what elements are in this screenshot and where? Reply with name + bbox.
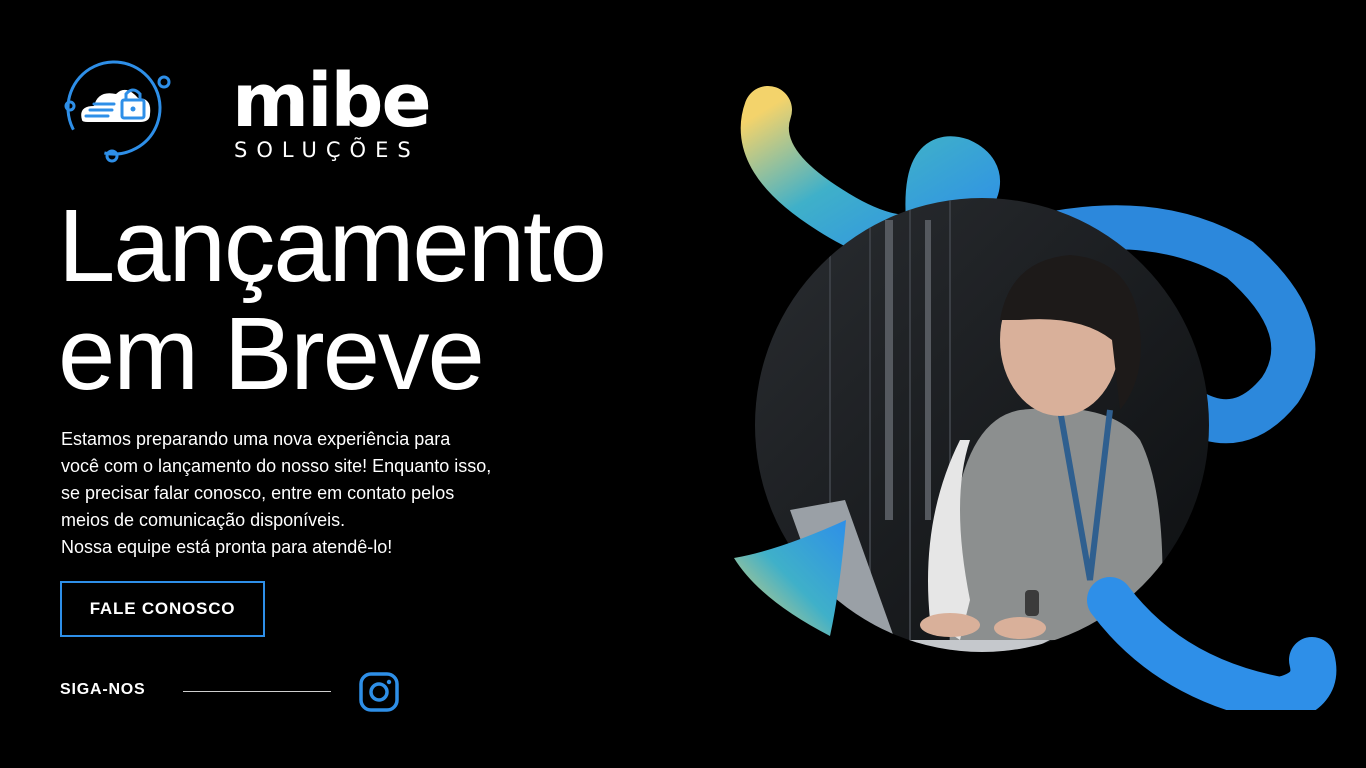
description-line: meios de comunicação disponíveis. bbox=[61, 510, 346, 530]
title-line-2: em Breve bbox=[58, 296, 485, 411]
hero-illustration bbox=[734, 86, 1337, 710]
brand-subtitle: SOLUÇÕES bbox=[234, 138, 420, 162]
brand-logo: mibe SOLUÇÕES bbox=[64, 58, 432, 168]
description-line: Nossa equipe está pronta para atendê-lo! bbox=[61, 537, 393, 557]
instagram-icon[interactable] bbox=[358, 671, 400, 713]
title-line-1: Lançamento bbox=[58, 188, 607, 303]
description-line: se precisar falar conosco, entre em cont… bbox=[61, 483, 455, 503]
contact-button[interactable]: FALE CONOSCO bbox=[60, 581, 265, 637]
description-line: Estamos preparando uma nova experiência … bbox=[61, 429, 451, 449]
page-title: Lançamento em Breve bbox=[58, 188, 607, 411]
description-line: você com o lançamento do nosso site! Enq… bbox=[61, 456, 492, 476]
divider bbox=[183, 691, 331, 692]
cloud-lock-icon bbox=[64, 60, 171, 163]
brand-name: mibe bbox=[232, 58, 432, 144]
hero-description: Estamos preparando uma nova experiência … bbox=[61, 426, 581, 561]
follow-label: SIGA-NOS bbox=[60, 681, 146, 698]
